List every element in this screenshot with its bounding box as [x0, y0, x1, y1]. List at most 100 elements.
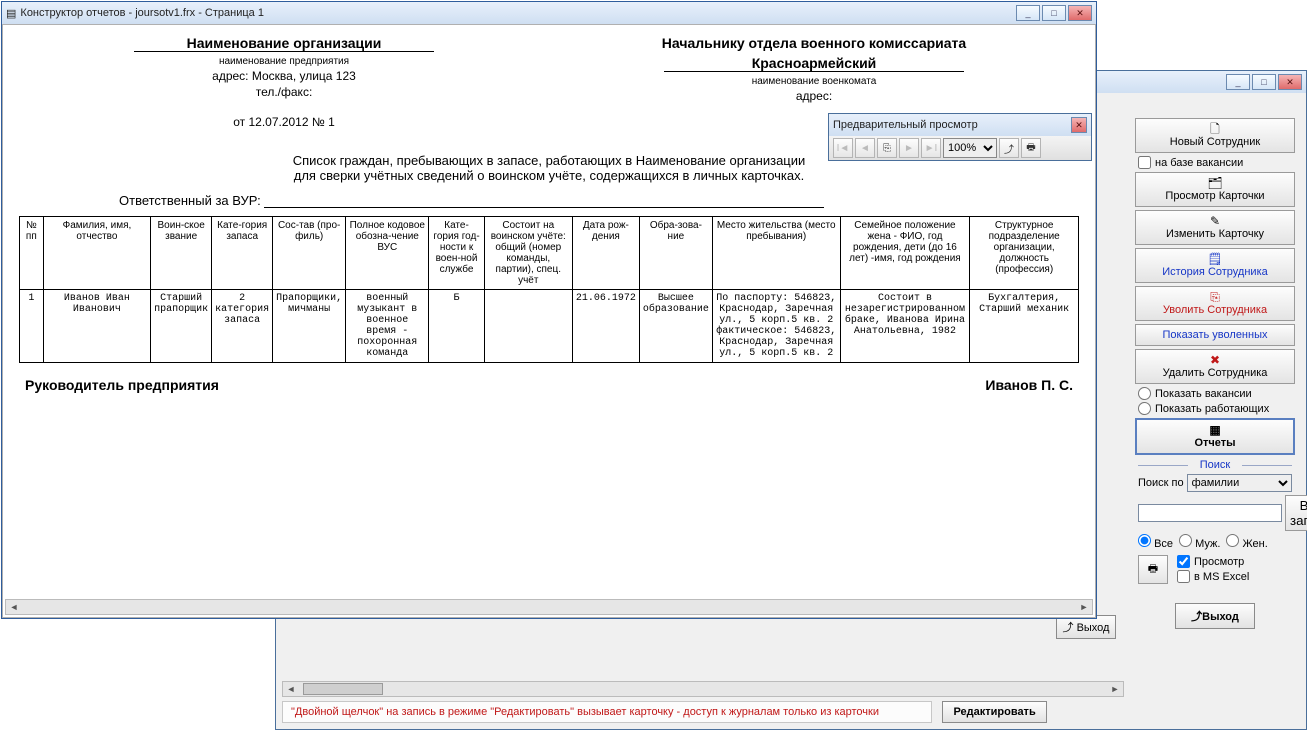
main-maximize-button[interactable]: □ — [1042, 5, 1066, 21]
history-icon: 🗒 — [1138, 253, 1292, 265]
main-minimize-button[interactable]: _ — [1016, 5, 1040, 21]
col-header: Сос-тав (про-филь) — [273, 217, 346, 290]
show-vacancies-radio[interactable]: Показать вакансии — [1138, 387, 1292, 400]
bg-maximize-button[interactable]: □ — [1252, 74, 1276, 90]
app-icon: ▤ — [6, 7, 16, 20]
excel-checkbox[interactable]: в MS Excel — [1177, 570, 1286, 583]
document-icon: 🗋 — [1138, 123, 1292, 135]
gender-all-radio[interactable]: Все — [1138, 534, 1173, 550]
cell: 21.06.1972 — [572, 290, 639, 363]
reports-button[interactable]: ▦Отчеты — [1135, 418, 1295, 455]
reports-icon: ▦ — [1139, 424, 1291, 436]
based-on-vacancy-checkbox[interactable]: на базе вакансии — [1138, 156, 1292, 169]
report-table: № ппФамилия, имя, отчествоВоин-ское зван… — [19, 216, 1079, 363]
gender-female-radio[interactable]: Жен. — [1226, 534, 1267, 550]
col-header: № пп — [20, 217, 44, 290]
gender-male-radio[interactable]: Муж. — [1179, 534, 1220, 550]
col-header: Дата рож-дения — [572, 217, 639, 290]
date-no: от 12.07.2012 № 1 — [19, 115, 549, 129]
preview-title: Предварительный просмотр — [833, 119, 978, 131]
footer-right: Иванов П. С. — [985, 377, 1073, 393]
search-group-title: Поиск — [1132, 459, 1298, 471]
bg-close-button[interactable]: ✕ — [1278, 74, 1302, 90]
cell — [484, 290, 572, 363]
exit-icon: ⤴ — [1063, 622, 1074, 634]
col-header: Фамилия, имя, отчество — [43, 217, 150, 290]
cell: По паспорту: 546823, Краснодар, Заречная… — [712, 290, 840, 363]
edit-card-button[interactable]: ✎Изменить Карточку — [1135, 210, 1295, 245]
org-header: Наименование организации — [134, 35, 434, 52]
show-fired-button[interactable]: Показать уволенных — [1135, 324, 1295, 346]
card-edit-icon: ✎ — [1138, 215, 1292, 227]
bg-bottom-bar: ◄► "Двойной щелчок" на запись в режиме "… — [282, 677, 1124, 723]
prev-page-button[interactable]: ◄ — [855, 138, 875, 158]
chief-header: Начальнику отдела военного комиссариата — [549, 35, 1079, 51]
cell: Высшее образование — [639, 290, 712, 363]
col-header: Семейное положение жена - ФИО, год рожде… — [840, 217, 970, 290]
org-sub: наименование предприятия — [19, 56, 549, 67]
search-input[interactable] — [1138, 504, 1282, 522]
col-header: Кате-гория год-ности к воен-ной службе — [429, 217, 484, 290]
zoom-select[interactable]: 100% — [943, 138, 997, 158]
main-titlebar: ▤ Конструктор отчетов - joursotv1.frx - … — [2, 2, 1096, 24]
footer-left: Руководитель предприятия — [25, 377, 219, 393]
report-designer-window: ▤ Конструктор отчетов - joursotv1.frx - … — [1, 1, 1097, 619]
edit-button[interactable]: Редактировать — [942, 701, 1046, 723]
cell: Бухгалтерия, Старший механик — [970, 290, 1079, 363]
employee-history-button[interactable]: 🗒История Сотрудника — [1135, 248, 1295, 283]
bg-h-scrollbar[interactable]: ◄► — [282, 681, 1124, 697]
cell: Иванов Иван Иванович — [43, 290, 150, 363]
all-records-button[interactable]: Все записи — [1285, 495, 1307, 531]
close-preview-button[interactable]: ⤴ — [999, 138, 1019, 158]
hint-text: "Двойной щелчок" на запись в режиме "Ред… — [282, 701, 932, 723]
next-page-button[interactable]: ► — [899, 138, 919, 158]
print-preview-button[interactable]: 🖶 — [1021, 138, 1041, 158]
col-header: Кате-гория запаса — [212, 217, 273, 290]
report-description-2: для сверки учётных сведений о воинском у… — [19, 168, 1079, 183]
search-by-select[interactable]: фамилии — [1187, 474, 1292, 492]
card-view-icon: 🗂 — [1138, 177, 1292, 189]
last-page-button[interactable]: ►I — [921, 138, 941, 158]
commissariat-sub: наименование военкомата — [549, 76, 1079, 87]
org-telfax: тел./факс: — [19, 85, 549, 99]
side-panel: 🗋Новый Сотрудник на базе вакансии 🗂Просм… — [1132, 115, 1298, 629]
show-working-radio[interactable]: Показать работающих — [1138, 402, 1292, 415]
col-header: Структурное подразделение организации, д… — [970, 217, 1079, 290]
preview-close-button[interactable]: ✕ — [1071, 117, 1087, 133]
print-button[interactable]: 🖶 — [1138, 555, 1168, 584]
cell: Прапорщики, мичманы — [273, 290, 346, 363]
col-header: Полное кодовое обозна-чение ВУС — [346, 217, 429, 290]
main-close-button[interactable]: ✕ — [1068, 5, 1092, 21]
col-header: Состоит на воинском учёте: общий (номер … — [484, 217, 572, 290]
printer-icon: 🖶 — [1148, 563, 1158, 575]
comm-addr: адрес: — [549, 89, 1079, 103]
fire-icon: ⎘ — [1138, 291, 1292, 303]
cell: военный музыкант в военное время - похор… — [346, 290, 429, 363]
cell: Б — [429, 290, 484, 363]
cell: Состоит в незарегистрированном браке, Ив… — [840, 290, 970, 363]
col-header: Воин-ское звание — [151, 217, 212, 290]
delete-employee-button[interactable]: ✖Удалить Сотрудника — [1135, 349, 1295, 384]
cell: Старший прапорщик — [151, 290, 212, 363]
bg-minimize-button[interactable]: _ — [1226, 74, 1250, 90]
col-header: Обра-зова-ние — [639, 217, 712, 290]
view-card-button[interactable]: 🗂Просмотр Карточки — [1135, 172, 1295, 207]
search-by-label: Поиск по — [1138, 477, 1184, 489]
first-page-button[interactable]: I◄ — [833, 138, 853, 158]
preview-toolbar-window: Предварительный просмотр ✕ I◄ ◄ ⎘ ► ►I 1… — [828, 113, 1092, 161]
preview-titlebar[interactable]: Предварительный просмотр ✕ — [829, 114, 1091, 136]
cell: 2 категория запаса — [212, 290, 273, 363]
org-addr: адрес: Москва, улица 123 — [19, 69, 549, 83]
col-header: Место жительства (место пребывания) — [712, 217, 840, 290]
new-employee-button[interactable]: 🗋Новый Сотрудник — [1135, 118, 1295, 153]
side-exit-button[interactable]: ⤴Выход — [1175, 603, 1255, 629]
cell: 1 — [20, 290, 44, 363]
fire-employee-button[interactable]: ⎘Уволить Сотрудника — [1135, 286, 1295, 321]
delete-icon: ✖ — [1138, 354, 1292, 366]
main-title: Конструктор отчетов - joursotv1.frx - Ст… — [20, 7, 264, 19]
report-page: Наименование организации наименование пр… — [3, 25, 1095, 401]
commissariat: Красноармейский — [664, 55, 964, 72]
main-h-scrollbar[interactable]: ◄► — [5, 599, 1093, 615]
goto-page-button[interactable]: ⎘ — [877, 138, 897, 158]
preview-checkbox[interactable]: Просмотр — [1177, 555, 1286, 568]
